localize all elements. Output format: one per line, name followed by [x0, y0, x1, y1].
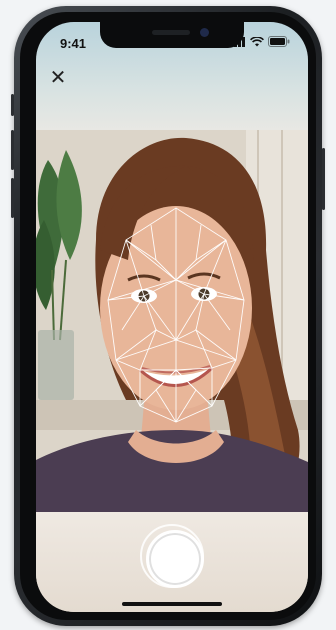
- side-button-volume-down: [11, 178, 14, 218]
- wifi-icon: [250, 36, 264, 46]
- camera-preview: [36, 130, 308, 512]
- home-indicator[interactable]: [122, 602, 222, 606]
- side-button-mute: [11, 94, 14, 116]
- shutter-button[interactable]: [146, 530, 204, 588]
- notch: [100, 22, 244, 48]
- front-camera: [200, 28, 209, 37]
- side-button-power: [322, 148, 325, 210]
- close-icon: ✕: [49, 67, 67, 89]
- screen: 9:41 ✕: [36, 22, 308, 612]
- close-button[interactable]: ✕: [46, 66, 70, 90]
- speaker-grille: [152, 30, 190, 35]
- battery-icon: [268, 36, 290, 47]
- side-button-volume-up: [11, 130, 14, 170]
- camera-preview-image: [36, 130, 308, 512]
- status-time: 9:41: [60, 36, 87, 51]
